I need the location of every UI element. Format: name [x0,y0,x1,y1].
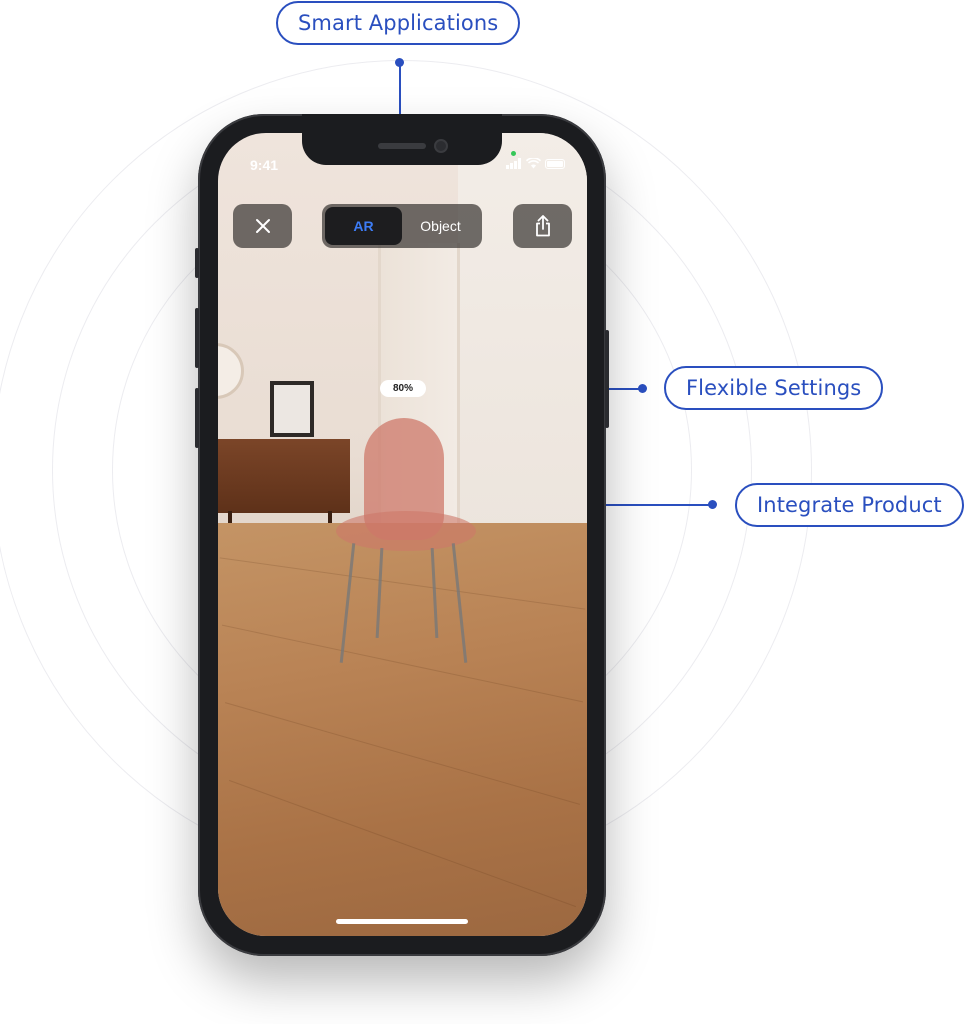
share-button[interactable] [513,204,572,248]
callout-label: Integrate Product [757,493,942,517]
floor-plank [221,624,584,703]
mute-switch [195,248,199,278]
callout-label: Smart Applications [298,11,499,35]
room-mirror [218,343,244,399]
callout-label: Flexible Settings [686,376,862,400]
connector-dot [638,384,647,393]
connector-line [399,62,401,114]
callout-flexible-settings[interactable]: Flexible Settings [664,366,884,410]
wooden-floor [218,523,587,936]
volume-up-button [195,308,199,368]
floor-plank [225,702,580,805]
floor-plank [228,779,577,908]
callout-smart-applications[interactable]: Smart Applications [276,1,521,45]
wifi-icon [526,158,541,169]
close-button[interactable] [233,204,292,248]
close-icon [255,219,270,233]
camera-in-use-indicator [511,151,516,156]
power-button [605,330,609,428]
scale-percentage-badge: 80% [380,380,426,397]
front-camera [434,139,448,153]
status-time: 9:41 [250,157,279,173]
callout-integrate-product[interactable]: Integrate Product [735,483,964,527]
tab-object[interactable]: Object [402,207,479,245]
status-icons [506,158,565,169]
wall-picture-frame [270,381,314,437]
phone-notch [302,114,502,165]
connector-line [606,504,716,506]
home-indicator[interactable] [336,919,468,924]
connector-dot [708,500,717,509]
phone-screen: 80% 9:41 AR Object [218,133,587,936]
share-icon [535,215,550,237]
earpiece-speaker [378,143,426,149]
volume-down-button [195,388,199,448]
floor-plank [219,557,586,610]
battery-icon [545,158,565,169]
mode-switcher: AR Object [322,204,482,248]
cellular-signal-icon [506,158,521,169]
sideboard [218,439,350,513]
tab-ar[interactable]: AR [325,207,402,245]
